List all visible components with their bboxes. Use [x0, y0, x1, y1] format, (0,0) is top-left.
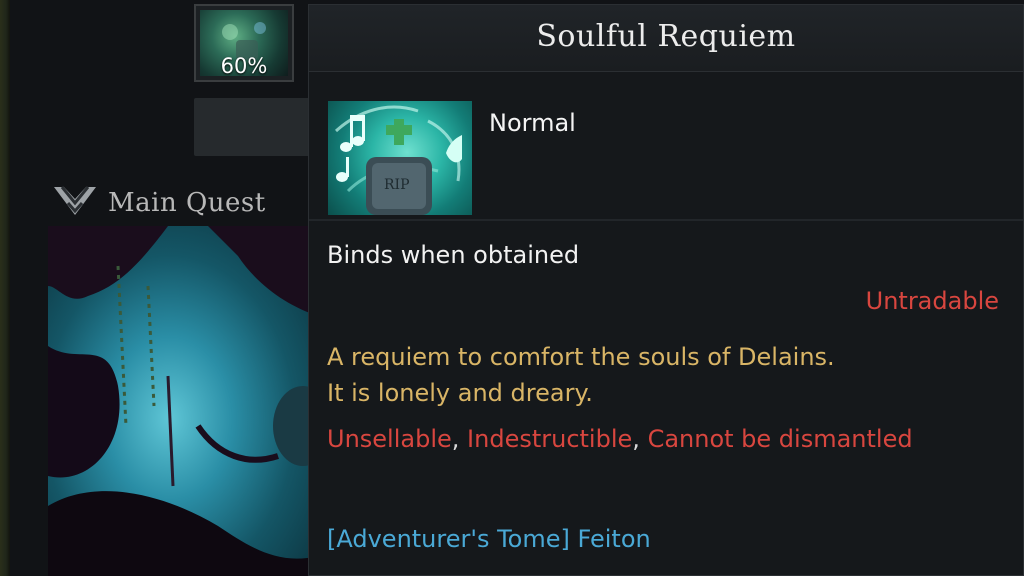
game-screen: 60% Main Quest Soulful Requiem RIP Norma… — [0, 0, 1024, 576]
music-notes-gravestone-icon: RIP — [328, 101, 472, 215]
main-quest-header: Main Quest — [50, 184, 266, 222]
description-line-2: It is lonely and dreary. — [327, 379, 593, 407]
tooltip-header: Soulful Requiem — [309, 5, 1023, 72]
quest-emblem-icon — [50, 183, 100, 223]
restriction-separator: , — [632, 425, 640, 453]
item-tooltip: Soulful Requiem RIP Normal Binds when ob… — [308, 4, 1024, 576]
reward-slot[interactable]: 60% — [194, 4, 294, 82]
item-description: A requiem to comfort the souls of Delain… — [327, 339, 1007, 411]
item-rarity: Normal — [489, 109, 576, 137]
restriction-unsellable: Unsellable — [327, 425, 452, 453]
restriction-indestructible: Indestructible — [467, 425, 633, 453]
window-edge — [0, 0, 10, 576]
background-button[interactable] — [194, 98, 314, 156]
item-source[interactable]: [Adventurer's Tome] Feiton — [327, 525, 651, 553]
tooltip-divider — [309, 219, 1023, 221]
restriction-separator: , — [451, 425, 460, 453]
svg-text:RIP: RIP — [384, 177, 410, 193]
item-restrictions: Unsellable, Indestructible, Cannot be di… — [327, 421, 987, 457]
forest-scene-icon — [48, 226, 318, 576]
restriction-cannot-dismantle: Cannot be dismantled — [647, 425, 913, 453]
trade-status: Untradable — [865, 287, 999, 315]
item-name: Soulful Requiem — [536, 19, 796, 54]
main-quest-label: Main Quest — [108, 188, 266, 218]
description-line-1: A requiem to comfort the souls of Delain… — [327, 343, 835, 371]
bind-status: Binds when obtained — [327, 241, 580, 269]
quest-illustration — [48, 226, 318, 576]
reward-percent: 60% — [220, 54, 268, 78]
